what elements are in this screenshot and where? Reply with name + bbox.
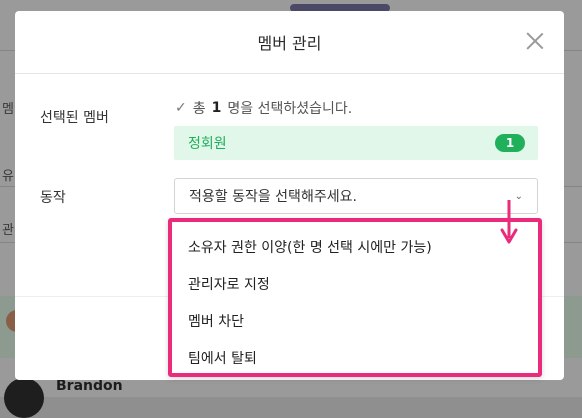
action-label: 동작 [40, 190, 66, 206]
background-text-fragment: 유 [2, 169, 14, 184]
summary-suffix: 명을 선택하셨습니다. [227, 101, 353, 117]
background-text-fragment: 관 [2, 223, 14, 238]
member-group-label: 정회원 [188, 136, 227, 152]
member-group-pill: 정회원 1 [174, 126, 538, 160]
member-group-count-badge: 1 [495, 134, 525, 152]
action-select[interactable]: 적용할 동작을 선택해주세요. ⌄ [174, 178, 538, 214]
arrow-down-icon [500, 200, 518, 244]
modal-title: 멤버 관리 [257, 34, 322, 53]
close-icon[interactable] [524, 30, 546, 52]
menu-item-leave-team[interactable]: 팀에서 탈퇴 [172, 339, 538, 376]
background-text-fragment: 멤 [2, 102, 14, 117]
summary-count: 1 [211, 100, 222, 116]
check-icon: ✓ [175, 100, 187, 116]
selected-summary: ✓ 총 1 명을 선택하셨습니다. [175, 98, 352, 118]
menu-item-block-member[interactable]: 멤버 차단 [172, 302, 538, 339]
modal-header: 멤버 관리 [15, 11, 564, 74]
background-member-name: Brandon [56, 378, 123, 394]
summary-prefix: 총 [192, 101, 206, 117]
selected-members-label: 선택된 멤버 [40, 110, 109, 126]
menu-item-transfer-ownership[interactable]: 소유자 권한 이양(한 명 선택 시에만 가능) [172, 228, 538, 265]
action-dropdown-menu: 소유자 권한 이양(한 명 선택 시에만 가능) 관리자로 지정 멤버 차단 팀… [168, 218, 542, 377]
menu-item-make-admin[interactable]: 관리자로 지정 [172, 265, 538, 302]
avatar [4, 378, 44, 418]
action-select-placeholder: 적용할 동작을 선택해주세요. [189, 189, 357, 205]
